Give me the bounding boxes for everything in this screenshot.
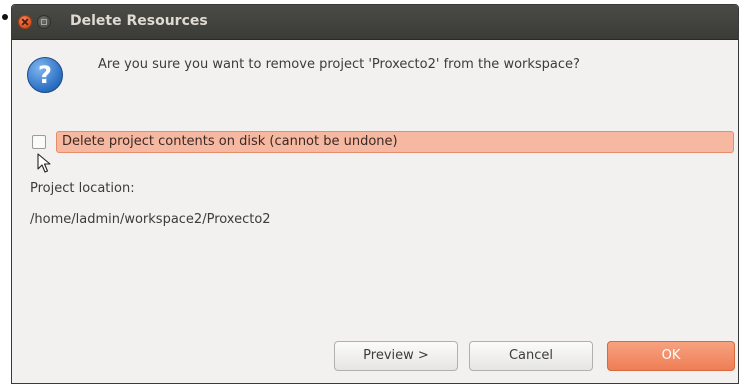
cancel-button[interactable]: Cancel [469, 341, 593, 371]
maximize-icon[interactable] [37, 15, 51, 29]
delete-contents-option[interactable]: Delete project contents on disk (cannot … [30, 131, 734, 153]
mouse-pointer-icon [37, 153, 51, 173]
delete-contents-checkbox[interactable] [32, 135, 46, 149]
ok-button[interactable]: OK [607, 341, 735, 371]
window-title: Delete Resources [70, 13, 208, 29]
project-location-label: Project location: [30, 181, 135, 196]
delete-resources-dialog: Delete Resources ? Are you sure you want… [11, 4, 739, 384]
close-icon[interactable] [18, 15, 32, 29]
confirmation-message: Are you sure you want to remove project … [98, 57, 580, 72]
preview-button[interactable]: Preview > [334, 341, 458, 371]
question-icon: ? [27, 57, 63, 93]
list-bullet [2, 14, 8, 20]
project-location-value: /home/ladmin/workspace2/Proxecto2 [30, 212, 271, 227]
delete-contents-label[interactable]: Delete project contents on disk (cannot … [62, 134, 398, 149]
title-bar: Delete Resources [12, 5, 738, 40]
